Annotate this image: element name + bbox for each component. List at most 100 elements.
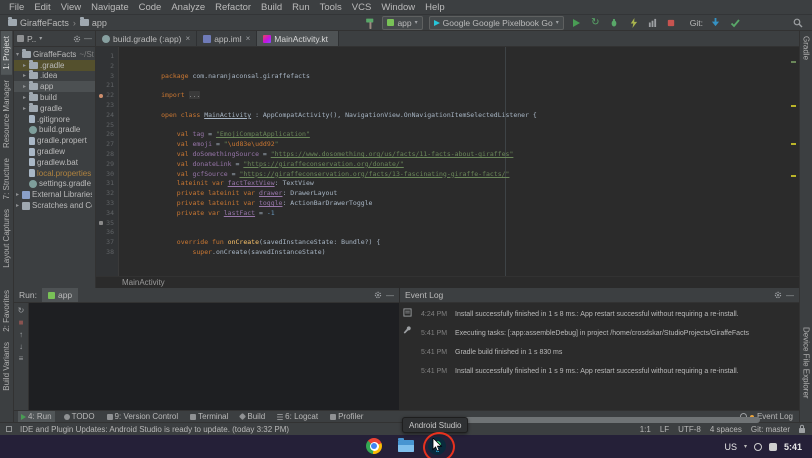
tool-window-button[interactable]: Layout Captures <box>1 204 12 273</box>
device-select[interactable]: Google Google Pixelbook Go ▾ <box>429 16 564 30</box>
tool-window-button[interactable]: 7: Structure <box>1 153 12 204</box>
gutter-marker-icon[interactable] <box>99 192 103 196</box>
gutter-marker-icon[interactable] <box>99 212 103 216</box>
tree-item[interactable]: ▸ build <box>14 92 95 103</box>
tool-window-button[interactable]: 9: Version Control <box>104 411 182 422</box>
tree-item[interactable]: ▸ app <box>14 81 95 92</box>
debug-button[interactable] <box>608 16 621 29</box>
build-hammer-icon[interactable] <box>363 16 376 29</box>
run-configuration-select[interactable]: app ▾ <box>382 16 422 30</box>
menu-item[interactable]: VCS <box>347 2 377 13</box>
gutter-marker-icon[interactable] <box>99 84 103 88</box>
breadcrumb-class[interactable]: MainActivity <box>122 278 165 287</box>
stop-button[interactable] <box>665 16 678 29</box>
breadcrumb-module[interactable]: app <box>80 18 107 28</box>
gutter-marker-icon[interactable] <box>99 231 103 235</box>
gutter-marker-icon[interactable] <box>99 143 103 147</box>
menu-item[interactable]: File <box>4 2 29 13</box>
settings-gear-icon[interactable] <box>73 35 81 43</box>
run-console[interactable]: ↻ ■ ↑ ↓ ≡ <box>14 303 399 410</box>
tree-item[interactable]: ▸ .gradle <box>14 60 95 71</box>
tool-window-button[interactable]: 1: Project <box>1 31 12 75</box>
status-widget[interactable]: 1:1 <box>640 425 651 434</box>
gutter-marker-icon[interactable] <box>99 202 103 206</box>
gutter-marker-icon[interactable] <box>99 114 103 118</box>
hide-panel-icon[interactable]: — <box>84 34 92 43</box>
tool-window-button[interactable]: Terminal <box>187 411 231 422</box>
menu-item[interactable]: Build <box>256 2 287 13</box>
scroll-down-icon[interactable]: ↓ <box>19 342 23 351</box>
gutter-marker-icon[interactable] <box>99 133 103 137</box>
apply-code-changes-icon[interactable] <box>627 16 640 29</box>
tree-item[interactable]: ▸ gradle <box>14 103 95 114</box>
tree-item[interactable]: ▾ GiraffeFacts ~/St <box>14 49 95 60</box>
event-log-body[interactable]: 4:24 PM Install successfully finished in… <box>400 303 799 410</box>
profiler-icon[interactable] <box>646 16 659 29</box>
gutter-marker-icon[interactable] <box>99 123 103 127</box>
tree-item[interactable]: ▸ Scratches and Co <box>14 200 95 211</box>
menu-item[interactable]: Tools <box>315 2 347 13</box>
menu-item[interactable]: Edit <box>29 2 55 13</box>
code-editor[interactable]: 1 package com.naranjaconsal.giraffefacts… <box>96 47 799 276</box>
soft-wrap-icon[interactable] <box>403 308 412 317</box>
tool-window-button[interactable]: 4: Run <box>18 411 55 422</box>
gutter-marker-icon[interactable] <box>99 153 103 157</box>
editor-tab[interactable]: app.iml × <box>197 31 257 46</box>
tool-window-button[interactable]: 2: Favorites <box>1 285 12 337</box>
gutter-marker-icon[interactable] <box>99 172 103 176</box>
tool-window-button[interactable]: Build Variants <box>1 337 12 396</box>
gutter-marker-icon[interactable] <box>99 104 103 108</box>
tool-window-button[interactable]: 6: Logcat <box>274 411 321 422</box>
tool-window-button[interactable]: Resource Manager <box>1 75 12 153</box>
settings-wrench-icon[interactable] <box>403 326 412 335</box>
tool-window-button[interactable]: Profiler <box>327 411 366 422</box>
system-menu-icon[interactable] <box>769 443 777 451</box>
tree-item[interactable]: ▸ External Libraries <box>14 189 95 200</box>
editor-tab[interactable]: MainActivity.kt <box>257 31 339 46</box>
status-widget[interactable]: UTF-8 <box>678 425 701 434</box>
commit-check-icon[interactable] <box>728 16 741 29</box>
stop-icon[interactable]: ■ <box>19 318 24 327</box>
menu-item[interactable]: Analyze <box>166 2 210 13</box>
gutter-marker-icon[interactable] <box>99 182 103 186</box>
tool-window-button[interactable]: TODO <box>61 411 98 422</box>
status-widget[interactable]: 4 spaces <box>710 425 742 434</box>
gutter-marker-icon[interactable] <box>99 163 103 167</box>
hide-panel-icon[interactable]: — <box>386 291 394 300</box>
scroll-up-icon[interactable]: ↑ <box>19 330 23 339</box>
menu-item[interactable]: View <box>56 2 86 13</box>
tree-item[interactable]: gradle.propert <box>14 135 95 146</box>
gutter-marker-icon[interactable] <box>99 251 103 255</box>
menu-item[interactable]: Run <box>287 2 314 13</box>
gutter-marker-icon[interactable] <box>99 241 103 245</box>
settings-gear-icon[interactable] <box>774 291 782 299</box>
user-status-icon[interactable] <box>754 443 762 451</box>
status-widget[interactable]: Git: master <box>751 425 790 434</box>
file-manager-icon[interactable] <box>398 440 414 452</box>
project-view-selector[interactable]: P.. <box>27 34 36 44</box>
tool-window-toggle-icon[interactable] <box>6 426 12 432</box>
chrome-icon[interactable] <box>366 438 382 454</box>
menu-item[interactable]: Code <box>134 2 167 13</box>
tool-window-button[interactable]: Device File Explorer <box>801 322 812 404</box>
tool-window-button[interactable]: Gradle <box>801 31 812 65</box>
gutter-marker-icon[interactable] <box>99 221 103 225</box>
menu-item[interactable]: Help <box>420 2 450 13</box>
run-tab[interactable]: app <box>42 288 78 302</box>
search-icon[interactable] <box>791 16 804 29</box>
gutter-marker-icon[interactable] <box>99 65 103 69</box>
menu-item[interactable]: Navigate <box>86 2 134 13</box>
tree-item[interactable]: local.properties <box>14 168 95 179</box>
menu-item[interactable]: Window <box>376 2 420 13</box>
tree-item[interactable]: gradlew <box>14 146 95 157</box>
tree-item[interactable]: ▸ .idea <box>14 71 95 82</box>
editor-tab[interactable]: build.gradle (:app) × <box>96 31 197 46</box>
lock-icon[interactable] <box>798 424 806 434</box>
menu-item[interactable]: Refactor <box>210 2 256 13</box>
horizontal-scrollbar-thumb[interactable] <box>432 417 760 423</box>
gutter-marker-icon[interactable] <box>99 94 103 98</box>
keyboard-layout-indicator[interactable]: US <box>724 442 737 452</box>
status-widget[interactable]: LF <box>660 425 669 434</box>
close-tab-icon[interactable]: × <box>186 34 191 43</box>
status-message[interactable]: IDE and Plugin Updates: Android Studio i… <box>20 425 289 434</box>
